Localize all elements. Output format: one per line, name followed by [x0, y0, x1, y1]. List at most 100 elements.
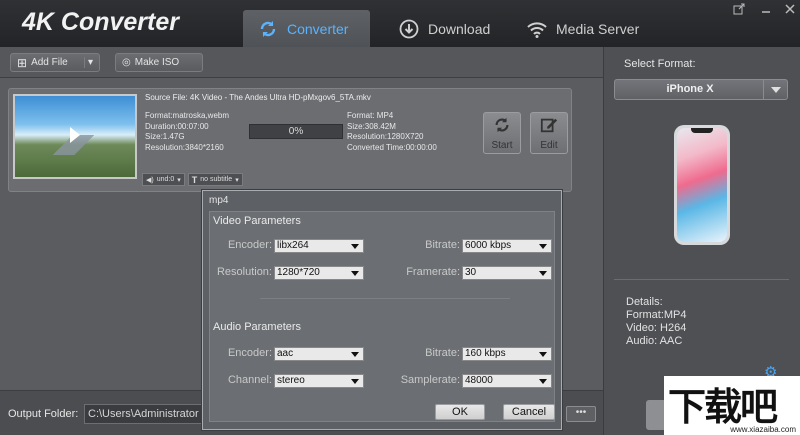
- start-button[interactable]: Start: [483, 112, 521, 154]
- encoder-value: libx264: [277, 240, 309, 251]
- add-file-label: Add File: [31, 57, 68, 68]
- audio-encoder-label: Encoder:: [227, 347, 272, 359]
- subtitle-value: no subtitle: [200, 176, 233, 183]
- channel-select[interactable]: stereo: [274, 374, 364, 388]
- ok-button[interactable]: OK: [435, 404, 485, 420]
- tab-media-server[interactable]: Media Server: [512, 10, 653, 47]
- chevron-down-icon: [536, 241, 550, 251]
- resolution-select[interactable]: 1280*720: [274, 266, 364, 280]
- audio-bitrate-select[interactable]: 160 kbps: [462, 347, 552, 361]
- target-resolution: Resolution:1280X720: [347, 132, 424, 141]
- audio-track-select[interactable]: ◀) und:0 ▾: [142, 173, 185, 186]
- chevron-down-icon[interactable]: [763, 80, 787, 99]
- watermark-logo: 下载吧 www.xiazaiba.com: [664, 376, 800, 435]
- tab-download[interactable]: Download: [384, 10, 504, 47]
- track-controls: ◀) und:0 ▾ T no subtitle ▾: [142, 173, 243, 186]
- watermark-url: www.xiazaiba.com: [730, 425, 796, 434]
- add-file-button[interactable]: ⊞ Add File ▾: [10, 53, 100, 72]
- toolbar: ⊞ Add File ▾ ◎ Make ISO: [0, 47, 603, 78]
- chevron-down-icon: ▾: [235, 176, 239, 184]
- encoder-label: Encoder:: [227, 239, 272, 251]
- text-icon: T: [191, 174, 198, 185]
- dialog-body: Video Parameters Encoder: libx264 Bitrat…: [209, 211, 555, 422]
- download-icon: [398, 18, 420, 40]
- make-iso-button[interactable]: ◎ Make ISO: [115, 53, 203, 72]
- watermark-text: 下载吧: [668, 385, 778, 429]
- chevron-down-icon: [536, 376, 550, 386]
- add-icon: ⊞: [17, 55, 28, 70]
- bitrate-value: 6000 kbps: [465, 240, 512, 251]
- edit-label: Edit: [540, 140, 558, 151]
- dialog-title: mp4: [209, 195, 229, 206]
- chevron-down-icon: [348, 349, 362, 359]
- source-format: Format:matroska,webm: [145, 111, 230, 120]
- tab-label: Media Server: [556, 20, 640, 37]
- samplerate-select[interactable]: 48000: [462, 374, 552, 388]
- tab-converter[interactable]: Converter: [243, 10, 370, 47]
- edit-icon: [531, 116, 567, 137]
- target-size: Size:308.42M: [347, 121, 396, 131]
- samplerate-label: Samplerate:: [400, 374, 460, 386]
- details-video: Video: H264: [626, 322, 687, 334]
- select-format-label: Select Format:: [624, 58, 696, 70]
- cancel-button[interactable]: Cancel: [503, 404, 555, 420]
- source-duration: Duration:00:07:00: [145, 121, 209, 131]
- channel-value: stereo: [277, 375, 305, 386]
- details-format: Format:MP4: [626, 309, 687, 321]
- output-folder-input[interactable]: C:\Users\Administrator: [84, 404, 202, 424]
- converted-time: Converted Time:00:00:00: [347, 142, 437, 152]
- parameters-dialog: mp4 Video Parameters Encoder: libx264 Bi…: [202, 190, 562, 430]
- divider: [614, 279, 789, 280]
- framerate-select[interactable]: 30: [462, 266, 552, 280]
- subtitle-select[interactable]: T no subtitle ▾: [187, 173, 243, 186]
- target-format: Format: MP4: [347, 111, 394, 120]
- minimize-icon[interactable]: [758, 3, 774, 19]
- bitrate-select[interactable]: 6000 kbps: [462, 239, 552, 253]
- file-item[interactable]: Source File: 4K Video - The Andes Ultra …: [8, 88, 572, 192]
- disc-icon: ◎: [122, 57, 131, 68]
- refresh-icon: [484, 116, 520, 137]
- close-icon[interactable]: [782, 3, 798, 19]
- chevron-down-icon: [348, 376, 362, 386]
- device-image: [674, 125, 730, 245]
- audio-encoder-select[interactable]: aac: [274, 347, 364, 361]
- bitrate-label: Bitrate:: [425, 239, 460, 251]
- audio-encoder-value: aac: [277, 348, 294, 359]
- output-folder-label: Output Folder:: [8, 408, 79, 420]
- details-audio: Audio: AAC: [626, 335, 683, 347]
- resolution-label: Resolution:: [216, 266, 272, 278]
- source-info: Format:matroska,webm Duration:00:07:00 S…: [145, 111, 229, 153]
- audio-bitrate-label: Bitrate:: [425, 347, 460, 359]
- divider: [260, 298, 510, 299]
- samplerate-value: 48000: [465, 375, 493, 386]
- framerate-value: 30: [465, 267, 477, 278]
- share-icon[interactable]: [731, 3, 747, 19]
- refresh-icon: [257, 18, 279, 40]
- target-info: Format: MP4 Size:308.42M Resolution:1280…: [347, 111, 437, 153]
- start-label: Start: [491, 140, 513, 151]
- wifi-icon: [526, 18, 548, 40]
- source-resolution: Resolution:3840*2160: [145, 142, 224, 152]
- format-select[interactable]: iPhone X: [614, 79, 788, 100]
- chevron-down-icon: [536, 349, 550, 359]
- encoder-select[interactable]: libx264: [274, 239, 364, 253]
- browse-button[interactable]: •••: [566, 406, 596, 422]
- framerate-label: Framerate:: [406, 266, 460, 278]
- format-details: Details: Format:MP4 Video: H264 Audio: A…: [626, 296, 687, 348]
- video-thumbnail[interactable]: [13, 94, 137, 179]
- resolution-value: 1280*720: [277, 267, 320, 278]
- format-value: iPhone X: [666, 83, 714, 95]
- play-icon[interactable]: [70, 127, 80, 143]
- make-iso-label: Make ISO: [134, 57, 180, 68]
- chevron-down-icon[interactable]: ▾: [83, 57, 93, 68]
- edit-button[interactable]: Edit: [530, 112, 568, 154]
- chevron-down-icon: [348, 241, 362, 251]
- chevron-down-icon: [348, 268, 362, 278]
- tab-label: Converter: [287, 20, 349, 37]
- speaker-icon: ◀): [146, 176, 154, 184]
- chevron-down-icon: ▾: [177, 176, 181, 184]
- source-size: Size:1.47G: [145, 132, 185, 141]
- audio-bitrate-value: 160 kbps: [465, 348, 506, 359]
- audio-parameters-heading: Audio Parameters: [213, 321, 302, 333]
- title-bar: 4K Converter Converter Download Media Se…: [0, 0, 800, 47]
